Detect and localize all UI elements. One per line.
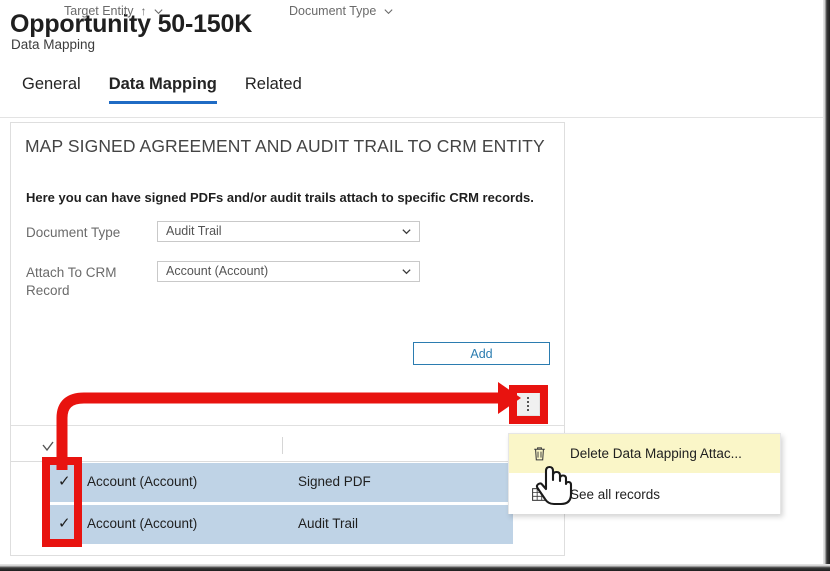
chevron-down-icon[interactable] xyxy=(383,6,394,17)
screenshot-frame-bottom xyxy=(0,564,830,571)
grid-header-separator xyxy=(282,437,283,454)
card-description: Here you can have signed PDFs and/or aud… xyxy=(26,190,534,205)
header-divider xyxy=(0,117,823,118)
page-subtitle: Data Mapping xyxy=(11,37,96,52)
grid-header-separator xyxy=(57,437,58,454)
menu-item-see-all-records[interactable]: See all records xyxy=(509,475,780,514)
tab-data-mapping[interactable]: Data Mapping xyxy=(95,75,231,104)
add-button[interactable]: Add xyxy=(413,342,550,365)
tab-bar: General Data Mapping Related xyxy=(8,75,316,104)
tab-related[interactable]: Related xyxy=(231,75,316,104)
tab-general[interactable]: General xyxy=(8,75,95,104)
menu-item-see-all-records-label: See all records xyxy=(570,487,661,502)
menu-item-delete-data-mapping-attachment[interactable]: Delete Data Mapping Attac... xyxy=(509,434,780,473)
chevron-down-icon xyxy=(401,266,412,277)
context-menu: Delete Data Mapping Attac... See all rec… xyxy=(508,433,781,514)
row-document-type: Signed PDF xyxy=(298,474,371,489)
card-title: MAP SIGNED AGREEMENT AND AUDIT TRAIL TO … xyxy=(25,136,545,156)
grid-icon xyxy=(531,486,548,503)
grid-header-underline xyxy=(11,461,564,462)
table-row[interactable]: ✓ Account (Account) Signed PDF xyxy=(42,463,513,502)
menu-item-delete-label: Delete Data Mapping Attac... xyxy=(570,446,742,461)
table-row[interactable]: ✓ Account (Account) Audit Trail xyxy=(42,505,513,544)
row-checkbox[interactable]: ✓ xyxy=(58,516,71,531)
document-type-value: Audit Trail xyxy=(166,224,222,238)
document-type-select[interactable]: Audit Trail xyxy=(157,221,420,242)
column-header-document-type-label: Document Type xyxy=(289,4,377,18)
row-document-type: Audit Trail xyxy=(298,516,359,531)
screenshot-root: Opportunity 50-150K Data Mapping General… xyxy=(0,0,830,571)
chevron-down-icon[interactable] xyxy=(153,6,164,17)
column-header-target-entity[interactable]: Target Entity ↑ xyxy=(64,4,164,18)
grid-header xyxy=(11,432,564,460)
column-header-document-type[interactable]: Document Type xyxy=(289,4,394,18)
screenshot-frame-right xyxy=(823,0,830,571)
sort-ascending-icon: ↑ xyxy=(140,4,147,18)
select-all-checkbox[interactable] xyxy=(42,440,54,452)
chevron-down-icon xyxy=(401,226,412,237)
row-target-entity: Account (Account) xyxy=(87,516,198,531)
trash-icon xyxy=(531,445,548,462)
column-header-target-entity-label: Target Entity xyxy=(64,4,134,18)
kebab-menu-icon[interactable] xyxy=(516,392,540,416)
row-checkbox[interactable]: ✓ xyxy=(58,474,71,489)
attach-to-crm-record-value: Account (Account) xyxy=(166,264,269,278)
label-document-type: Document Type xyxy=(26,225,121,240)
attach-to-crm-record-select[interactable]: Account (Account) xyxy=(157,261,420,282)
grid-top-divider xyxy=(11,425,564,426)
row-target-entity: Account (Account) xyxy=(87,474,198,489)
label-attach-to-crm-record: Attach To CRM Record xyxy=(26,265,117,298)
kebab-dots xyxy=(527,397,529,411)
